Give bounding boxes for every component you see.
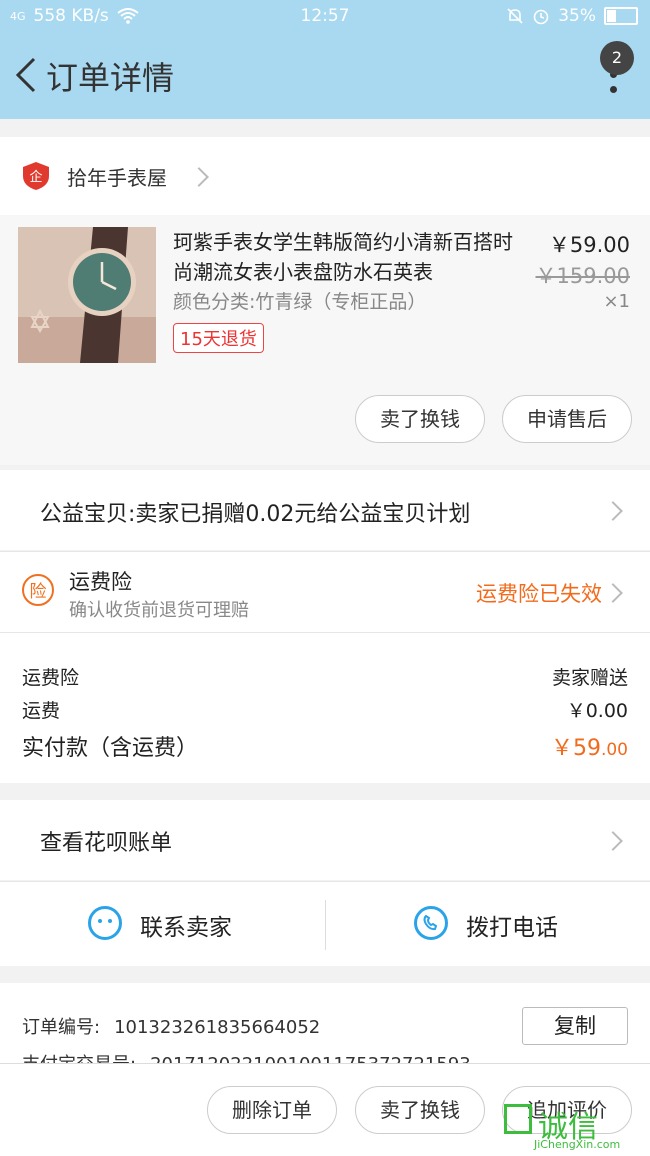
insurance-title: 运费险 bbox=[69, 570, 132, 594]
sell-for-cash-button[interactable]: 卖了换钱 bbox=[355, 395, 485, 443]
request-after-sale-button[interactable]: 申请售后 bbox=[502, 395, 632, 443]
insurance-fee-value: 卖家赠送 bbox=[551, 667, 628, 689]
status-right: 35% bbox=[506, 6, 638, 26]
status-bar: 4G 558 KB/s 12:57 35% bbox=[0, 0, 650, 33]
call-phone-label: 拨打电话 bbox=[466, 915, 558, 941]
battery-icon bbox=[604, 7, 638, 25]
sell-for-cash-button-bottom[interactable]: 卖了换钱 bbox=[355, 1086, 485, 1134]
chevron-right-icon bbox=[189, 167, 209, 187]
total-paid-decimal: .00 bbox=[600, 740, 628, 760]
charity-text: 公益宝贝:卖家已捐赠0.02元给公益宝贝计划 bbox=[40, 502, 471, 527]
total-paid-main: ￥59 bbox=[550, 736, 601, 761]
insurance-status[interactable]: 运费险已失效 bbox=[476, 578, 602, 608]
contact-seller-button[interactable]: 联系卖家 bbox=[0, 882, 325, 966]
total-paid-label: 实付款（含运费） bbox=[22, 736, 199, 761]
chat-bubble-icon bbox=[88, 906, 122, 940]
back-arrow-icon[interactable] bbox=[12, 55, 40, 95]
svg-text:企: 企 bbox=[29, 169, 42, 185]
total-paid-row: 实付款（含运费） ￥59.00 bbox=[22, 730, 628, 762]
insurance-icon: 险 bbox=[22, 574, 54, 606]
watermark-logo: 诚信 JiChengXin.com bbox=[504, 1104, 644, 1152]
watch-image bbox=[18, 227, 156, 363]
product-price: ￥59.00 bbox=[548, 233, 630, 257]
chevron-right-icon bbox=[603, 501, 623, 521]
original-price: ￥159.00 bbox=[535, 264, 630, 288]
charity-row[interactable]: 公益宝贝:卖家已捐赠0.02元给公益宝贝计划 bbox=[0, 470, 650, 550]
copy-button[interactable]: 复制 bbox=[522, 1007, 628, 1045]
notification-badge[interactable]: 2 bbox=[600, 41, 634, 75]
header-bar: 订单详情 2 bbox=[0, 33, 650, 119]
watermark-sub: JiChengXin.com bbox=[534, 1138, 621, 1151]
shop-row[interactable]: 企 拾年手表屋 bbox=[0, 137, 650, 215]
fee-summary: 运费险 卖家赠送 运费 ￥0.00 实付款（含运费） ￥59.00 bbox=[0, 632, 650, 783]
huabei-bill-text: 查看花呗账单 bbox=[40, 831, 173, 856]
enterprise-shield-icon: 企 bbox=[23, 162, 49, 190]
mute-icon bbox=[507, 8, 523, 24]
chevron-right-icon bbox=[603, 831, 623, 851]
order-number-label: 订单编号: bbox=[22, 1017, 101, 1038]
shop-name[interactable]: 拾年手表屋 bbox=[67, 162, 167, 191]
product-attribute: 颜色分类:竹青绿（专柜正品） bbox=[173, 291, 427, 313]
shipping-fee-row: 运费 ￥0.00 bbox=[22, 696, 628, 723]
product-quantity: ×1 bbox=[603, 291, 630, 312]
phone-icon bbox=[414, 906, 448, 940]
shipping-fee-label: 运费 bbox=[22, 700, 61, 722]
delete-order-button[interactable]: 删除订单 bbox=[207, 1086, 337, 1134]
insurance-fee-row: 运费险 卖家赠送 bbox=[22, 663, 628, 690]
total-paid-value: ￥59.00 bbox=[551, 730, 628, 762]
page-title: 订单详情 bbox=[46, 59, 175, 97]
contact-seller-label: 联系卖家 bbox=[140, 915, 232, 941]
product-title[interactable]: 珂紫手表女学生韩版简约小清新百搭时尚潮流女表小表盘防水石英表 bbox=[173, 227, 523, 287]
return-policy-tag: 15天退货 bbox=[173, 323, 264, 353]
more-menu-icon[interactable] bbox=[610, 71, 618, 121]
chevron-right-icon bbox=[603, 583, 623, 603]
insurance-fee-label: 运费险 bbox=[22, 667, 80, 689]
product-thumbnail[interactable] bbox=[18, 227, 156, 363]
shipping-fee-value: ￥0.00 bbox=[566, 700, 628, 722]
order-number: 101323261835664052 bbox=[114, 1017, 321, 1038]
insurance-subtitle: 确认收货前退货可理赔 bbox=[69, 600, 249, 621]
watermark-box-icon bbox=[504, 1104, 532, 1134]
order-number-row: 订单编号: 101323261835664052 bbox=[22, 1013, 320, 1039]
order-info: 订单编号:101323261835664052 支付宝交易号:201712022… bbox=[0, 983, 650, 1075]
alarm-icon bbox=[533, 9, 549, 25]
huabei-bill-row[interactable]: 查看花呗账单 bbox=[0, 800, 650, 880]
battery-percent: 35% bbox=[558, 6, 596, 26]
product-card[interactable]: 珂紫手表女学生韩版简约小清新百搭时尚潮流女表小表盘防水石英表 颜色分类:竹青绿（… bbox=[0, 215, 650, 465]
contact-bar: 联系卖家 拨打电话 bbox=[0, 881, 650, 966]
shipping-insurance-row[interactable]: 险 运费险 确认收货前退货可理赔 运费险已失效 bbox=[0, 551, 650, 632]
call-phone-button[interactable]: 拨打电话 bbox=[326, 882, 650, 966]
